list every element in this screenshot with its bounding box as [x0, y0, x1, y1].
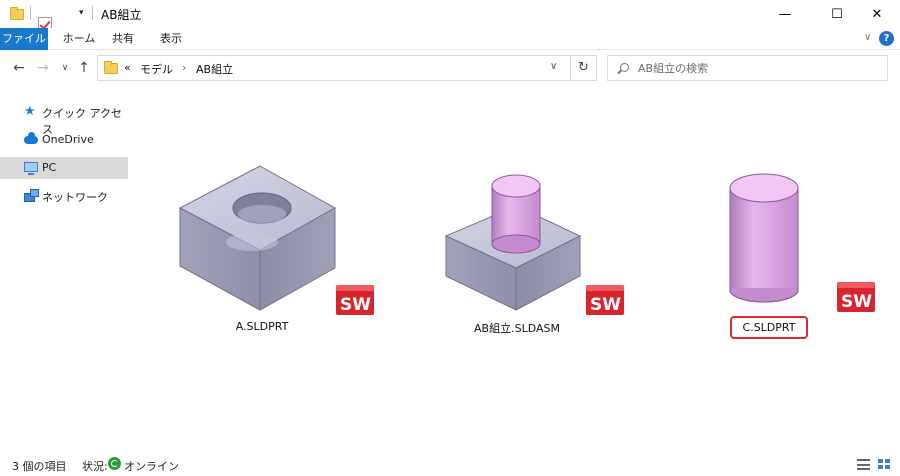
svg-text:SW: SW: [841, 292, 872, 312]
cloud-icon: [24, 132, 38, 144]
details-view-icon[interactable]: [857, 459, 870, 470]
network-icon: [24, 189, 39, 202]
customize-toolbar-chevron-icon[interactable]: ▾: [79, 8, 84, 24]
file-name-ab-assembly-sldasm[interactable]: AB組立.SLDASM: [462, 320, 572, 336]
toolbar-separator: [30, 6, 31, 20]
file-thumbnail-c-sldprt[interactable]: [729, 173, 799, 303]
sidebar-item-label: ネットワーク: [42, 191, 108, 204]
forward-arrow-icon[interactable]: →: [34, 58, 52, 78]
status-label: 状況:: [82, 460, 108, 473]
search-box[interactable]: [607, 55, 888, 81]
file-list: SW SW SW A.SLDPRT AB組立.SLDASM C.SLDPRT: [140, 88, 900, 448]
close-button[interactable]: ✕: [854, 0, 900, 28]
tab-file[interactable]: ファイル: [0, 28, 48, 50]
expand-ribbon-chevron-icon[interactable]: ∨: [864, 32, 876, 44]
status-bar: 3 個の項目 状況: オンライン: [0, 454, 900, 476]
back-arrow-icon[interactable]: ←: [10, 58, 28, 78]
file-thumbnail-ab-assembly-sldasm[interactable]: [444, 174, 582, 311]
title-bar: ▾ AB組立 — ☐ ✕: [0, 0, 900, 45]
breadcrumb-separator: ›: [182, 61, 187, 74]
file-name-c-sldprt[interactable]: C.SLDPRT: [730, 316, 808, 339]
item-count: 3 個の項目: [12, 460, 67, 473]
folder-icon: [104, 61, 118, 74]
minimize-button[interactable]: —: [762, 0, 808, 28]
sync-status-icon: [108, 457, 121, 470]
tab-share[interactable]: 共有: [104, 28, 142, 50]
sidebar-item-pc[interactable]: PC: [0, 157, 128, 179]
file-name-a-sldprt[interactable]: A.SLDPRT: [222, 320, 302, 333]
svg-text:SW: SW: [590, 295, 621, 315]
status-value: オンライン: [124, 460, 179, 473]
toolbar-separator: [92, 6, 93, 20]
window-title: AB組立: [101, 8, 142, 22]
sidebar-item-quick-access[interactable]: ★ クイック アクセス: [0, 101, 128, 137]
breadcrumb-overflow[interactable]: «: [124, 61, 131, 74]
pc-icon: [24, 162, 38, 175]
file-thumbnail-a-sldprt[interactable]: [178, 165, 337, 311]
search-icon: [620, 63, 629, 72]
sidebar-item-network[interactable]: ネットワーク: [0, 185, 128, 207]
sidebar-item-label: OneDrive: [42, 133, 94, 146]
sidebar-item-onedrive[interactable]: OneDrive: [0, 129, 128, 151]
ribbon-tabs: ファイル ホーム 共有 表示 ∨ ?: [0, 28, 900, 50]
address-history-chevron-icon[interactable]: ∨: [550, 61, 557, 72]
tab-home[interactable]: ホーム: [56, 28, 102, 50]
solidworks-icon: SW: [837, 282, 875, 312]
solidworks-icon: SW: [586, 285, 624, 315]
refresh-button[interactable]: ↻: [571, 55, 597, 81]
tab-view[interactable]: 表示: [150, 28, 192, 50]
up-arrow-icon[interactable]: ↑: [76, 58, 92, 78]
breadcrumb-item-ab-assembly[interactable]: AB組立: [196, 61, 233, 77]
address-bar[interactable]: « モデル › AB組立 ∨: [97, 55, 571, 81]
recent-locations-chevron-icon[interactable]: ∨: [58, 58, 72, 78]
large-icons-view-icon[interactable]: [878, 459, 891, 470]
refresh-icon: ↻: [578, 60, 589, 75]
breadcrumb-item-model[interactable]: モデル: [140, 61, 173, 77]
solidworks-icon: SW: [336, 285, 374, 315]
star-icon: ★: [24, 104, 36, 119]
svg-text:SW: SW: [340, 295, 371, 315]
navigation-pane: ★ クイック アクセス OneDrive PC ネットワーク: [0, 88, 130, 448]
folder-icon: [10, 7, 24, 20]
sidebar-item-label: PC: [42, 161, 57, 174]
search-input[interactable]: [638, 60, 878, 76]
file-thumbnails: SW SW SW: [178, 165, 875, 315]
help-icon[interactable]: ?: [879, 31, 894, 46]
